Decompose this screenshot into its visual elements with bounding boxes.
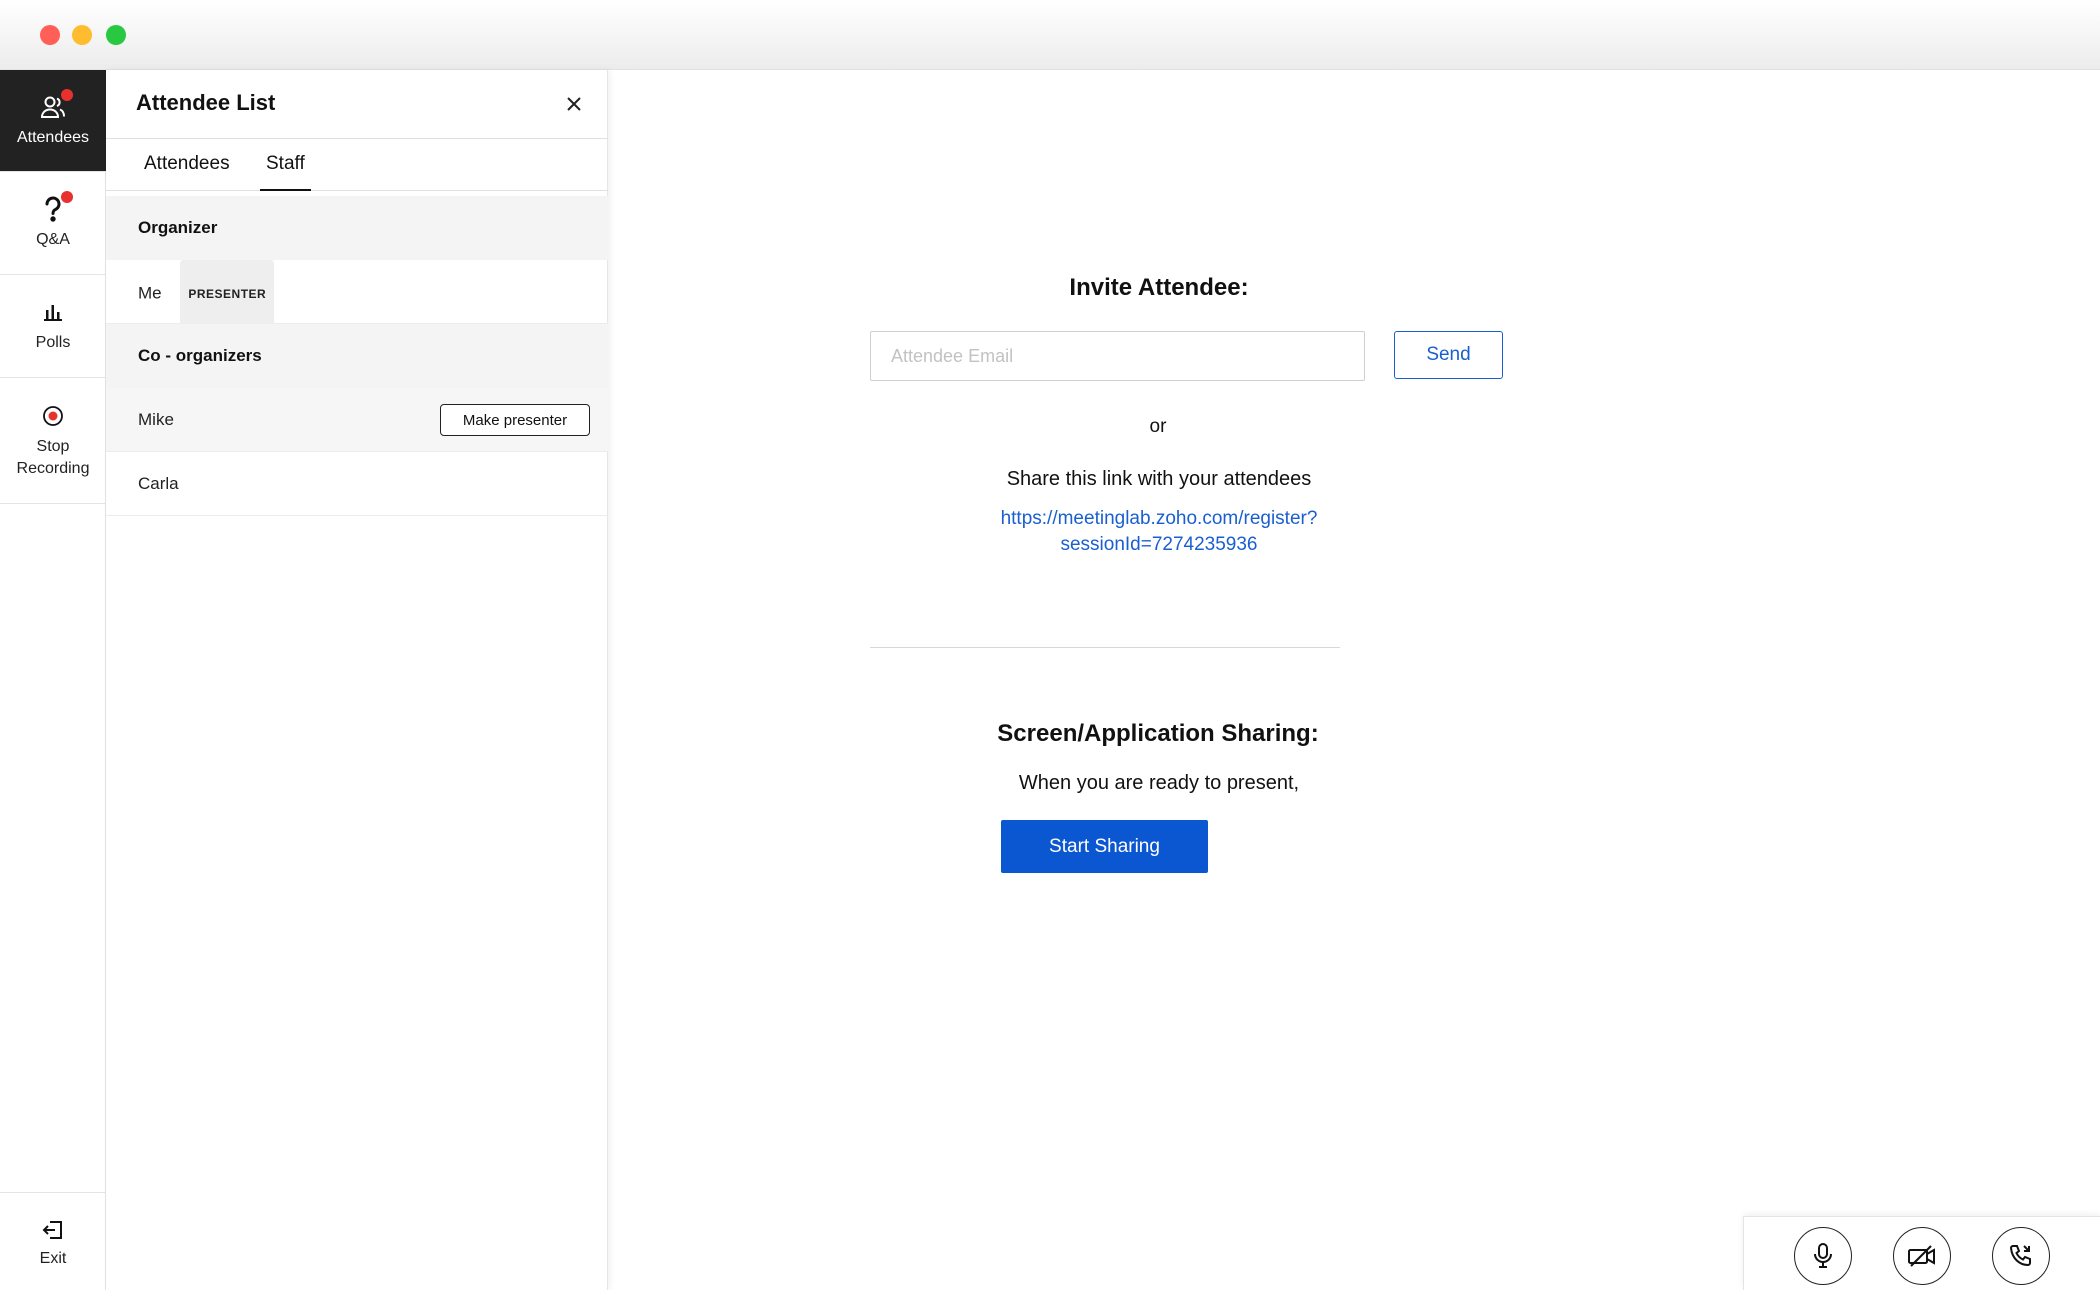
or-text: or <box>1149 416 1167 437</box>
window-titlebar <box>0 0 2100 70</box>
attendee-panel: Attendee List Attendees Staff Organizer … <box>106 70 608 1290</box>
rail-label-exit: Exit <box>39 1249 67 1267</box>
window-minimize-button[interactable] <box>72 25 92 45</box>
rail-item-polls[interactable]: Polls <box>0 275 106 378</box>
registration-link[interactable]: https://meetinglab.zoho.com/register? se… <box>938 506 1380 558</box>
panel-tabs: Attendees Staff <box>106 139 608 191</box>
staff-name: Me <box>138 283 162 303</box>
window-maximize-button[interactable] <box>106 25 126 45</box>
staff-row: Carla <box>106 452 608 516</box>
tab-attendees[interactable]: Attendees <box>138 139 236 191</box>
rail-label-qa: Q&A <box>36 231 70 248</box>
panel-header: Attendee List <box>106 70 608 139</box>
close-icon <box>567 97 581 111</box>
invite-title: Invite Attendee: <box>1069 274 1249 301</box>
section-heading-co-organizers: Co - organizers <box>106 324 608 388</box>
make-presenter-button[interactable]: Make presenter <box>440 404 590 436</box>
camera-off-icon <box>1908 1245 1935 1267</box>
notification-dot <box>61 88 73 101</box>
ready-text: When you are ready to present, <box>1018 772 1300 794</box>
microphone-icon <box>1814 1243 1832 1268</box>
close-panel-button[interactable] <box>562 92 586 116</box>
phone-icon <box>2009 1245 2031 1267</box>
window-close-button[interactable] <box>40 25 60 45</box>
camera-button[interactable] <box>1893 1227 1951 1285</box>
tab-staff[interactable]: Staff <box>260 139 311 191</box>
section-heading-organizer: Organizer <box>106 196 608 260</box>
exit-icon <box>39 1216 67 1244</box>
panel-title: Attendee List <box>136 90 276 115</box>
attendee-email-input[interactable] <box>870 331 1365 381</box>
rail-item-attendees[interactable]: Attendees <box>0 70 106 172</box>
staff-name: Mike <box>138 410 174 429</box>
main-content: Invite Attendee: Send or Share this link… <box>608 70 2100 1290</box>
staff-row: Mike Make presenter <box>106 388 608 452</box>
presenter-badge: PRESENTER <box>180 260 275 328</box>
link-line: https://meetinglab.zoho.com/register? <box>1000 508 1318 529</box>
screen-sharing-title: Screen/Application Sharing: <box>997 720 1319 747</box>
rail-label-stop-recording: Stop Recording <box>16 437 90 477</box>
bar-chart-icon <box>39 298 67 326</box>
rail-item-qa[interactable]: Q&A <box>0 172 106 275</box>
question-icon <box>39 191 73 223</box>
send-button[interactable]: Send <box>1394 331 1503 379</box>
rail-item-stop-recording[interactable]: Stop Recording <box>0 378 106 504</box>
phone-button[interactable] <box>1992 1227 2050 1285</box>
microphone-button[interactable] <box>1794 1227 1852 1285</box>
call-controls <box>1743 1216 2100 1290</box>
share-link-text: Share this link with your attendees <box>1006 468 1312 490</box>
attendees-icon <box>39 88 73 121</box>
rail-label-attendees: Attendees <box>16 128 90 146</box>
start-sharing-button[interactable]: Start Sharing <box>1001 820 1208 873</box>
link-line: sessionId=7274235936 <box>1060 534 1258 555</box>
stop-record-icon <box>39 402 67 430</box>
divider <box>870 647 1340 648</box>
left-rail: Attendees Q&A Polls Stop Recording Exit <box>0 70 106 1290</box>
notification-dot <box>61 191 73 203</box>
rail-label-polls: Polls <box>35 334 71 351</box>
rail-item-exit[interactable]: Exit <box>0 1192 106 1290</box>
staff-row: Me PRESENTER <box>106 260 608 328</box>
staff-name: Carla <box>138 474 179 493</box>
